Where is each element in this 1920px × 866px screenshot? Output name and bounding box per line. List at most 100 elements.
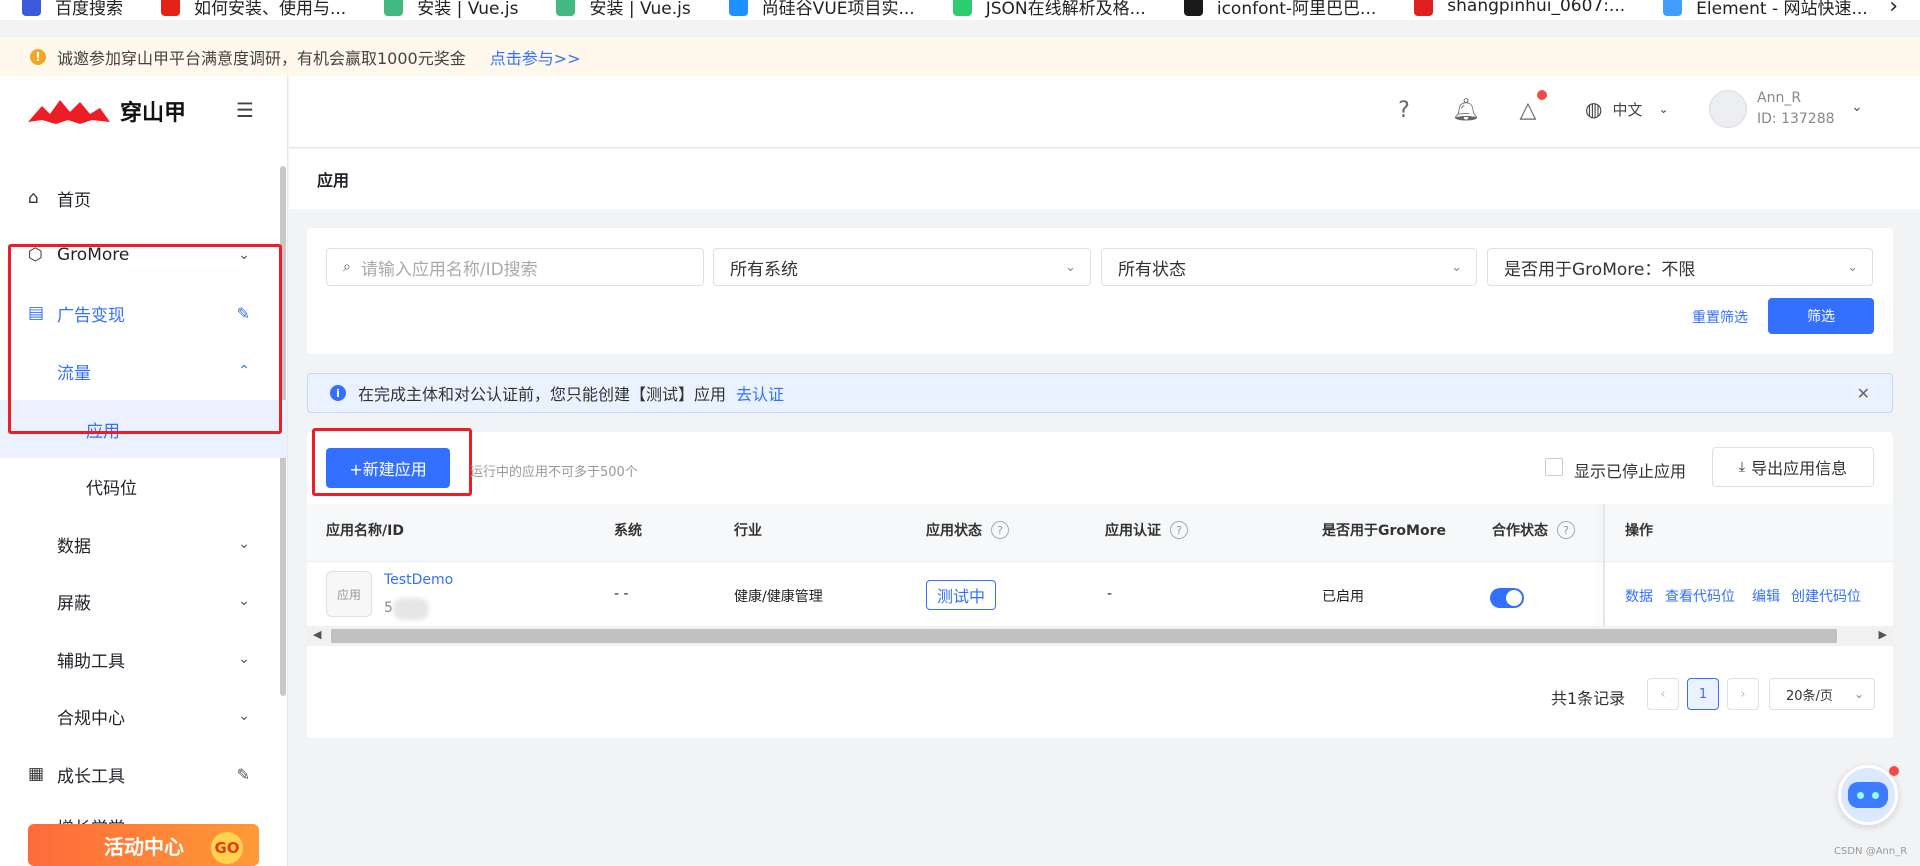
alert-text: 在完成主体和对公认证前，您只能创建【测试】应用: [358, 385, 727, 404]
notice-text: 诚邀参加穿山甲平台满意度调研，有机会赢取1000元奖金: [57, 48, 466, 68]
activity-center-banner[interactable]: 活动中心 GO: [28, 824, 259, 866]
certification-alert: i 在完成主体和对公认证前，您只能创建【测试】应用 去认证 ✕: [307, 373, 1893, 413]
scrollbar-thumb[interactable]: [331, 629, 1837, 643]
system-select[interactable]: 所有系统 ⌄: [713, 248, 1091, 286]
sidebar-item-label: 数据: [57, 536, 91, 557]
language-switcher[interactable]: ◍ 中文 ⌄: [1585, 97, 1669, 121]
help-icon[interactable]: ?: [1170, 521, 1188, 539]
bookmark-label: 尚硅谷VUE项目实...: [761, 0, 915, 19]
bookmarks-more-icon[interactable]: ›: [1889, 0, 1898, 19]
op-edit-link[interactable]: 编辑: [1752, 586, 1780, 606]
op-create-slot-link[interactable]: 创建代码位: [1791, 586, 1861, 606]
app-thumbnail: 应用: [326, 571, 372, 617]
sidebar-item-compliance[interactable]: 合规中心 ⌄: [0, 688, 287, 744]
fixed-column-divider: [1603, 504, 1605, 626]
brand-logo[interactable]: 穿山甲: [28, 94, 186, 128]
close-icon[interactable]: ✕: [1857, 384, 1870, 403]
show-stopped-label[interactable]: 显示已停止应用: [1574, 458, 1686, 482]
bookmark-item[interactable]: 安装 | Vue.js: [384, 0, 518, 19]
sidebar-item-ad-slots[interactable]: 代码位: [0, 458, 287, 514]
avatar[interactable]: [1709, 90, 1747, 128]
reset-filter-link[interactable]: 重置筛选: [1692, 307, 1748, 327]
page-number[interactable]: 1: [1687, 678, 1719, 710]
highlight-box: [8, 244, 282, 434]
sidebar: 穿山甲 ☰ ⌂ 首页 ⬡ GroMore ⌄ ▤ 广告变现 ✎ 流量 ⌃ 应用 …: [0, 76, 288, 866]
bookmark-item[interactable]: Element - 网站快速...: [1663, 0, 1868, 19]
scroll-right-icon[interactable]: ▶: [1879, 628, 1887, 641]
status-select-value: 所有状态: [1118, 259, 1186, 280]
chevron-down-icon: ⌄: [238, 536, 250, 552]
chevron-down-icon: ⌄: [1451, 259, 1462, 275]
bell-icon[interactable]: 🔔︎: [1452, 96, 1480, 124]
highlight-box: [312, 428, 472, 496]
status-select[interactable]: 所有状态 ⌄: [1101, 248, 1477, 286]
column-header: 系统: [614, 523, 642, 539]
chevron-down-icon[interactable]: ⌄: [1851, 99, 1863, 115]
help-icon[interactable]: ?: [1557, 521, 1575, 539]
page-title: 应用: [289, 149, 1920, 209]
user-id: ID: 137288: [1757, 111, 1835, 127]
search-input[interactable]: ⌕ 请输入应用名称/ID搜索: [326, 248, 704, 286]
bookmark-favicon-icon: [1183, 0, 1203, 16]
redacted-mask: [393, 598, 429, 620]
bookmark-item[interactable]: 尚硅谷VUE项目实...: [728, 0, 915, 19]
bookmark-label: 安装 | Vue.js: [589, 0, 691, 19]
pin-icon[interactable]: ✎: [237, 765, 250, 784]
bookmark-favicon-icon: [1414, 0, 1434, 16]
gromore-select[interactable]: 是否用于GroMore：不限 ⌄: [1487, 248, 1873, 286]
sidebar-item-label: 成长工具: [57, 766, 125, 787]
user-name: Ann_R: [1757, 90, 1802, 106]
survey-notice: ! 诚邀参加穿山甲平台满意度调研，有机会赢取1000元奖金 点击参与>>: [0, 36, 1920, 76]
app-name-link[interactable]: TestDemo: [384, 572, 453, 588]
help-icon[interactable]: ?: [1390, 96, 1418, 124]
notice-link[interactable]: 点击参与>>: [490, 45, 581, 69]
certify-link[interactable]: 去认证: [736, 381, 784, 405]
sidebar-item-tools[interactable]: 辅助工具 ⌄: [0, 631, 287, 687]
cooperation-toggle[interactable]: [1490, 588, 1524, 608]
system-select-value: 所有系统: [730, 259, 798, 280]
bookmark-item[interactable]: JSON在线解析及格...: [952, 0, 1146, 19]
bookmark-favicon-icon: [22, 0, 41, 16]
home-icon: ⌂: [28, 188, 39, 208]
bookmark-item[interactable]: shangpinhui_0607:...: [1414, 0, 1625, 16]
page-size-select[interactable]: 20条/页 ⌄: [1769, 678, 1875, 710]
prev-page-icon[interactable]: ‹: [1647, 678, 1679, 710]
user-info[interactable]: Ann_R ID: 137288: [1757, 88, 1835, 130]
bookmark-label: iconfont-阿里巴巴...: [1216, 0, 1377, 19]
app-gromore: 已启用: [1322, 589, 1364, 605]
pangolin-logo-icon: [28, 100, 110, 124]
bookmark-item[interactable]: 百度搜索: [22, 0, 123, 19]
help-icon[interactable]: ?: [991, 521, 1009, 539]
status-badge: 测试中: [926, 580, 997, 610]
bookmark-item[interactable]: 如何安装、使用与...: [161, 0, 346, 19]
op-view-slots-link[interactable]: 查看代码位: [1665, 586, 1735, 606]
sidebar-item-label: 首页: [57, 190, 91, 211]
export-button[interactable]: ⤓ 导出应用信息: [1712, 447, 1874, 487]
notification-dot: [1537, 90, 1547, 100]
show-stopped-checkbox[interactable]: [1545, 458, 1563, 476]
column-header: 应用认证: [1105, 523, 1161, 539]
filter-button[interactable]: 筛选: [1768, 298, 1874, 334]
collapse-menu-icon[interactable]: ☰: [236, 98, 254, 122]
filter-card: ⌕ 请输入应用名称/ID搜索 所有系统 ⌄ 所有状态 ⌄ 是否用于GroMore…: [307, 228, 1893, 354]
chevron-down-icon: ⌄: [1847, 259, 1858, 275]
chevron-down-icon: ⌄: [1853, 687, 1864, 701]
next-page-icon[interactable]: ›: [1727, 678, 1759, 710]
bookmark-favicon-icon: [952, 0, 972, 16]
sidebar-item-block[interactable]: 屏蔽 ⌄: [0, 573, 287, 629]
column-header-cert: 应用认证?: [1105, 520, 1188, 540]
scroll-left-icon[interactable]: ◀: [313, 628, 321, 641]
alert-triangle-icon[interactable]: △: [1514, 96, 1542, 124]
watermark: CSDN @Ann_R: [1834, 846, 1908, 857]
sidebar-item-home[interactable]: ⌂ 首页: [0, 170, 287, 226]
bookmark-item[interactable]: 安装 | Vue.js: [556, 0, 691, 19]
promo-label: 活动中心: [104, 834, 184, 859]
chevron-down-icon: ⌄: [238, 651, 250, 667]
bookmarks-bar: 百度搜索 如何安装、使用与... 安装 | Vue.js 安装 | Vue.js 尚硅谷…: [0, 0, 1920, 20]
top-bar: ? 🔔︎ △ ◍ 中文 ⌄ Ann_R ID: 137288 ⌄: [289, 76, 1920, 148]
bookmark-item[interactable]: iconfont-阿里巴巴...: [1183, 0, 1377, 19]
op-data-link[interactable]: 数据: [1625, 586, 1653, 606]
table-horizontal-scrollbar[interactable]: ◀ ▶: [307, 626, 1893, 646]
sidebar-item-data[interactable]: 数据 ⌄: [0, 516, 287, 572]
download-icon: ⤓: [1738, 459, 1746, 475]
